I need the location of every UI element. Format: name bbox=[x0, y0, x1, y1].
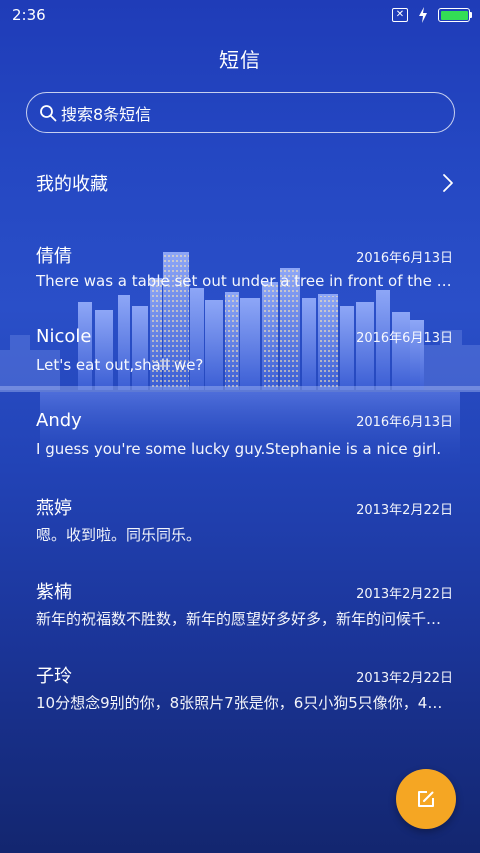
conversation-name: 子玲 bbox=[36, 666, 72, 687]
conversation-date: 2013年2月22日 bbox=[356, 503, 453, 518]
conversation-date: 2016年6月13日 bbox=[356, 331, 453, 346]
search-placeholder: 搜索8条短信 bbox=[61, 104, 152, 124]
charging-bolt-icon bbox=[419, 7, 427, 23]
conversation-item[interactable]: Nicole 2016年6月13日 Let's eat out,shall we… bbox=[0, 320, 480, 404]
conversation-item[interactable]: Andy 2016年6月13日 I guess you're some luck… bbox=[0, 404, 480, 488]
conversation-item[interactable]: 燕婷 2013年2月22日 嗯。收到啦。同乐同乐。 bbox=[0, 488, 480, 572]
conversation-item[interactable]: 紫楠 2013年2月22日 新年的祝福数不胜数，新年的愿望好多好多，新年的问候千… bbox=[0, 572, 480, 656]
compose-icon bbox=[418, 791, 434, 807]
conversation-preview: 新年的祝福数不胜数，新年的愿望好多好多，新年的问候千言万语 bbox=[36, 610, 453, 628]
page-title: 短信 bbox=[219, 48, 261, 72]
chevron-right-icon bbox=[443, 174, 453, 192]
notification-x-icon: ✕ bbox=[392, 8, 408, 22]
battery-icon bbox=[438, 8, 472, 22]
conversation-date: 2013年2月22日 bbox=[356, 587, 453, 602]
status-icons: ✕ bbox=[392, 7, 472, 23]
conversation-preview: 10分想念9别的你，8张照片7张是你，6只小狗5只像你，4季如春 bbox=[36, 694, 453, 712]
conversation-preview: 嗯。收到啦。同乐同乐。 bbox=[36, 526, 202, 544]
conversation-item[interactable]: 倩倩 2016年6月13日 There was a table set out … bbox=[0, 236, 480, 320]
battery-level-fill bbox=[440, 10, 468, 20]
conversation-name: Andy bbox=[36, 410, 82, 431]
status-time: 2:36 bbox=[12, 6, 46, 24]
conversation-name: 紫楠 bbox=[36, 582, 72, 603]
favorites-row[interactable]: 我的收藏 bbox=[0, 160, 480, 206]
conversation-date: 2016年6月13日 bbox=[356, 251, 453, 266]
conversation-date: 2013年2月22日 bbox=[356, 671, 453, 686]
conversation-preview: There was a table set out under a tree i… bbox=[36, 272, 453, 290]
favorites-label: 我的收藏 bbox=[36, 174, 108, 195]
compose-button[interactable] bbox=[396, 769, 456, 829]
status-bar: 2:36 ✕ bbox=[0, 0, 480, 30]
conversation-list: 倩倩 2016年6月13日 There was a table set out … bbox=[0, 236, 480, 740]
conversation-name: 倩倩 bbox=[36, 246, 72, 267]
conversation-item[interactable]: 子玲 2013年2月22日 10分想念9别的你，8张照片7张是你，6只小狗5只像… bbox=[0, 656, 480, 740]
conversation-date: 2016年6月13日 bbox=[356, 415, 453, 430]
conversation-name: 燕婷 bbox=[36, 498, 72, 519]
conversation-preview: Let's eat out,shall we? bbox=[36, 356, 204, 374]
conversation-preview: I guess you're some lucky guy.Stephanie … bbox=[36, 440, 442, 458]
search-input[interactable]: 搜索8条短信 bbox=[26, 92, 455, 133]
search-icon bbox=[40, 104, 57, 121]
conversation-name: Nicole bbox=[36, 326, 92, 347]
